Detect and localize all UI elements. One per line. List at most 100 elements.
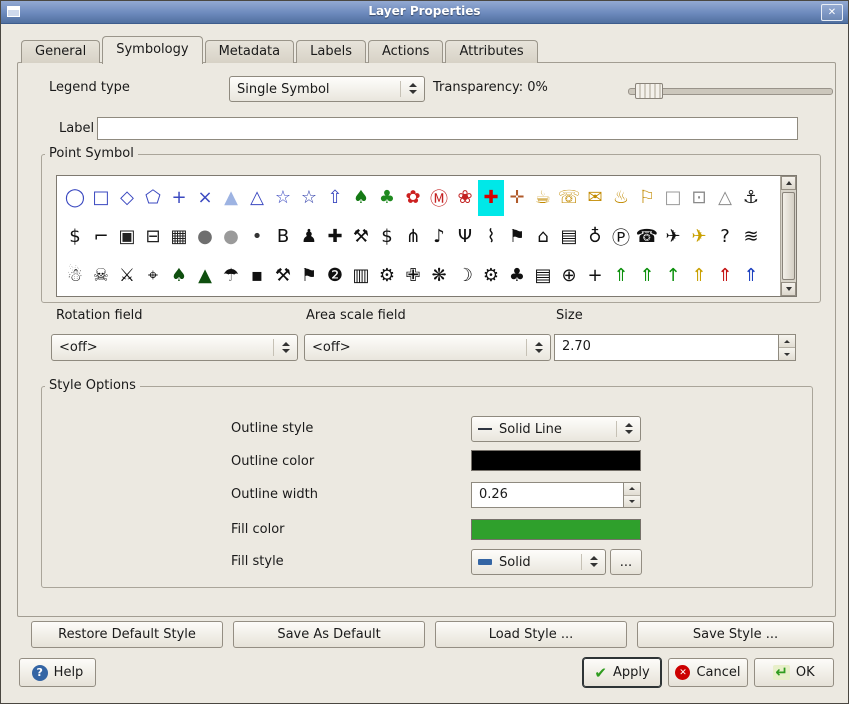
symbol-letter-b-icon[interactable]: B <box>270 219 296 255</box>
fill-style-more-button[interactable]: ... <box>610 549 642 575</box>
symbol-hospital-cross-icon[interactable]: ✚ <box>478 180 504 216</box>
symbol-compass-icon[interactable]: ⊕ <box>556 258 582 294</box>
symbol-circle-icon[interactable]: ◯ <box>62 180 88 216</box>
symbol-airplane-yellow-icon[interactable]: ✈ <box>686 219 712 255</box>
symbol-dollar-2-icon[interactable]: $ <box>374 219 400 255</box>
symbol-bank-icon[interactable]: ▤ <box>556 219 582 255</box>
tab-attributes[interactable]: Attributes <box>445 40 537 63</box>
symbol-skull-crossbones-icon[interactable]: ☠ <box>88 258 114 294</box>
symbol-hot-spring-icon[interactable]: ♨ <box>608 180 634 216</box>
tab-metadata[interactable]: Metadata <box>205 40 295 63</box>
symbol-circle-medium-icon[interactable]: ● <box>218 219 244 255</box>
point-symbol-list[interactable]: ◯□◇⬠+×▲△☆☆⇧♠♣✿Ⓜ❀✚✛☕☏✉♨⚐□⊡△⚓$⌐▣⊟▦●●•B♟✚⚒$… <box>56 175 797 297</box>
save-as-default-button[interactable]: Save As Default <box>233 621 425 648</box>
symbol-small-square-icon[interactable]: ▪ <box>244 258 270 294</box>
symbol-gear-2-icon[interactable]: ⚙ <box>478 258 504 294</box>
spin-up-icon[interactable] <box>624 483 640 495</box>
tab-actions[interactable]: Actions <box>368 40 444 63</box>
save-style-button[interactable]: Save Style ... <box>637 621 834 648</box>
scroll-up-icon[interactable] <box>781 176 796 190</box>
symbol-wallet-icon[interactable]: ⌐ <box>88 219 114 255</box>
symbol-target-icon[interactable]: ⌖ <box>140 258 166 294</box>
symbol-pine-icon[interactable]: ▲ <box>192 258 218 294</box>
symbol-star-icon[interactable]: ☆ <box>296 180 322 216</box>
symbol-arrow-up-green-circle-icon[interactable]: ⇑ <box>608 258 634 294</box>
symbol-arrow-up-outline-icon[interactable]: ⇧ <box>322 180 348 216</box>
symbol-telephone-icon[interactable]: ☎ <box>634 219 660 255</box>
symbol-camera-icon[interactable]: ▣ <box>114 219 140 255</box>
symbol-square-empty-icon[interactable]: □ <box>660 180 686 216</box>
symbol-diamond-icon[interactable]: ◇ <box>114 180 140 216</box>
symbol-question-icon[interactable]: ? <box>712 219 738 255</box>
ok-button[interactable]: ↵ OK <box>754 658 834 687</box>
symbol-car-icon[interactable]: ⊟ <box>140 219 166 255</box>
symbol-arrow-up-green-2-icon[interactable]: ⇑ <box>634 258 660 294</box>
symbol-arrow-up-green-3-icon[interactable]: ↑ <box>660 258 686 294</box>
transparency-slider[interactable] <box>628 82 833 98</box>
symbol-fuel-icon[interactable]: ⌇ <box>478 219 504 255</box>
symbol-pick-icon[interactable]: ⚒ <box>270 258 296 294</box>
symbol-waves-icon[interactable]: ≋ <box>738 219 764 255</box>
symbol-tree-dark-icon[interactable]: ♠ <box>166 258 192 294</box>
symbol-circle-large-icon[interactable]: ● <box>192 219 218 255</box>
outline-width-spinbox[interactable]: 0.26 <box>471 482 641 508</box>
symbol-arrow-up-yellow-icon[interactable]: ⇑ <box>686 258 712 294</box>
symbol-pentagon-icon[interactable]: ⬠ <box>140 180 166 216</box>
tab-symbology[interactable]: Symbology <box>102 36 202 64</box>
symbol-fish-icon[interactable]: ⋔ <box>400 219 426 255</box>
spin-down-icon[interactable] <box>624 495 640 508</box>
area-scale-field-combo[interactable]: <off> <box>304 334 551 361</box>
symbol-tools-icon[interactable]: ⚒ <box>348 219 374 255</box>
symbol-flower-2-icon[interactable]: ❀ <box>452 180 478 216</box>
symbol-cross-shield-icon[interactable]: ✛ <box>504 180 530 216</box>
symbol-plus-thin-icon[interactable]: + <box>582 258 608 294</box>
symbol-gear-icon[interactable]: ⚙ <box>374 258 400 294</box>
symbol-museum-icon[interactable]: ▤ <box>530 258 556 294</box>
fill-color-button[interactable] <box>471 519 641 540</box>
symbol-golf-flag-icon[interactable]: ⚑ <box>504 219 530 255</box>
symbol-flag-icon[interactable]: ⚑ <box>296 258 322 294</box>
symbol-flag-outline-icon[interactable]: ⚐ <box>634 180 660 216</box>
restore-default-style-button[interactable]: Restore Default Style <box>31 621 223 648</box>
legend-type-combo[interactable]: Single Symbol <box>229 76 425 102</box>
symbol-flower-gear-icon[interactable]: ❋ <box>426 258 452 294</box>
symbol-circle-m-icon[interactable]: Ⓜ <box>426 180 452 216</box>
spin-buttons[interactable] <box>623 483 640 507</box>
rotation-field-combo[interactable]: <off> <box>51 334 298 361</box>
symbol-square-icon[interactable]: □ <box>88 180 114 216</box>
symbol-crossed-tools-icon[interactable]: ⚔ <box>114 258 140 294</box>
symbol-airplane-icon[interactable]: ✈ <box>660 219 686 255</box>
symbol-tree-black-icon[interactable]: ♣ <box>504 258 530 294</box>
outline-color-button[interactable] <box>471 450 641 471</box>
symbol-triangle-small-icon[interactable]: △ <box>712 180 738 216</box>
outline-style-combo[interactable]: Solid Line <box>471 416 641 442</box>
symbol-balloon-icon[interactable]: ♁ <box>582 219 608 255</box>
symbol-house-icon[interactable]: ⌂ <box>530 219 556 255</box>
symbol-circled-two-icon[interactable]: ❷ <box>322 258 348 294</box>
symbol-dot-icon[interactable]: • <box>244 219 270 255</box>
load-style-button[interactable]: Load Style ... <box>435 621 627 648</box>
spin-down-icon[interactable] <box>779 347 795 360</box>
symbol-building-icon[interactable]: ▦ <box>166 219 192 255</box>
symbol-dollar-icon[interactable]: $ <box>62 219 88 255</box>
tab-general[interactable]: General <box>21 40 100 63</box>
symbol-tree-round-icon[interactable]: ♣ <box>374 180 400 216</box>
symbol-arrow-up-blue-icon[interactable]: ⇑ <box>738 258 764 294</box>
symbol-triangle-filled-icon[interactable]: ▲ <box>218 180 244 216</box>
spin-buttons[interactable] <box>778 335 795 360</box>
label-input[interactable] <box>97 117 798 140</box>
apply-button[interactable]: ✔ Apply <box>583 658 661 687</box>
help-button[interactable]: ? Help <box>19 658 96 687</box>
symbol-people-icon[interactable]: ♟ <box>296 219 322 255</box>
symbol-cross-x-icon[interactable]: × <box>192 180 218 216</box>
symbol-tree-pine-icon[interactable]: ♠ <box>348 180 374 216</box>
symbol-winter-sport-icon[interactable]: ☃ <box>62 258 88 294</box>
symbol-star-outline-icon[interactable]: ☆ <box>270 180 296 216</box>
cancel-button[interactable]: ✕ Cancel <box>668 658 748 687</box>
symbol-building-2-icon[interactable]: ▥ <box>348 258 374 294</box>
symbol-phone-outline-icon[interactable]: ☏ <box>556 180 582 216</box>
scrollbar-track[interactable] <box>781 190 796 282</box>
symbol-cross-black-icon[interactable]: ✚ <box>322 219 348 255</box>
size-spinbox[interactable]: 2.70 <box>554 334 796 361</box>
symbol-envelope-icon[interactable]: ✉ <box>582 180 608 216</box>
